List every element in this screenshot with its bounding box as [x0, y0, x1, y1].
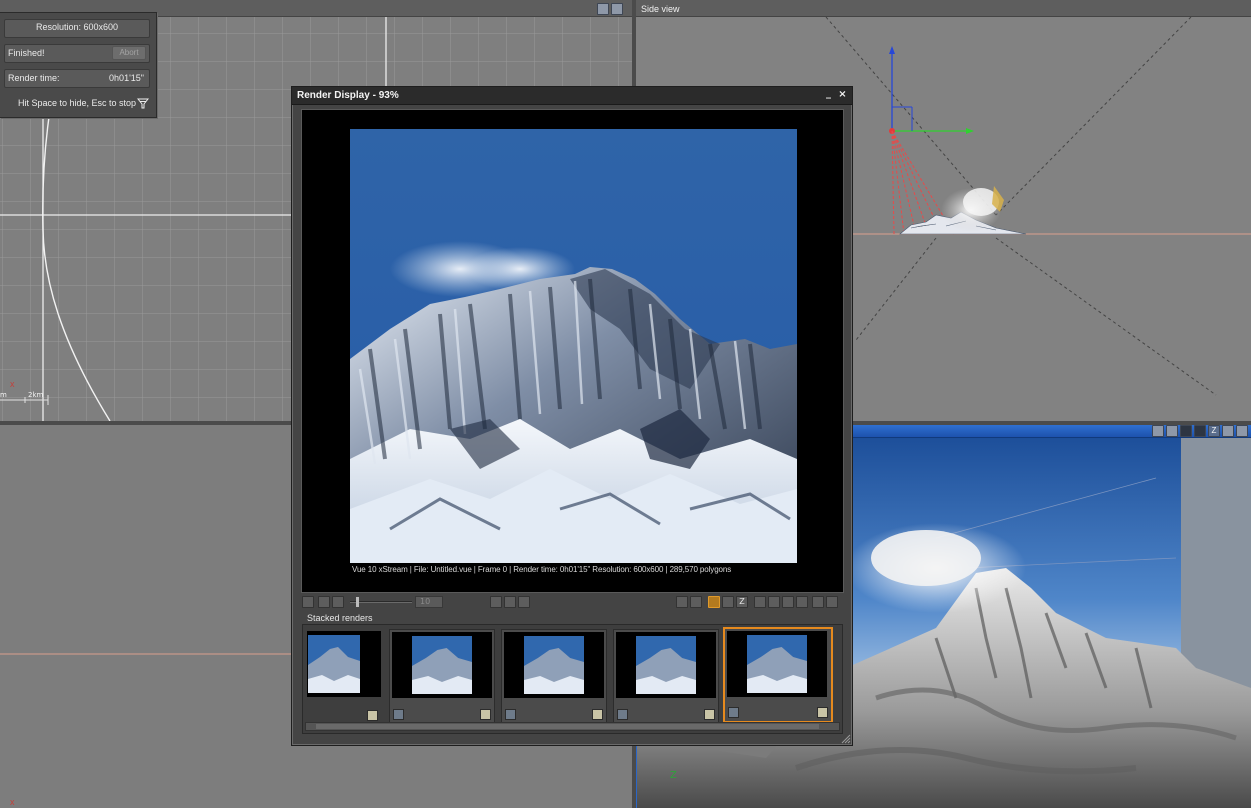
thumbnail-image — [616, 632, 716, 698]
thumbnail-image — [727, 631, 827, 697]
status-row: Finished! Abort — [4, 44, 150, 63]
play-forward-icon[interactable] — [796, 596, 808, 608]
loop-icon[interactable] — [782, 596, 794, 608]
svg-text:x: x — [10, 797, 15, 807]
svg-text:x: x — [10, 379, 15, 389]
top-header-toolbar — [597, 3, 623, 15]
render-progress-panel: Resolution: 600x600 Finished! Abort Rend… — [0, 12, 157, 118]
save-render-icon[interactable] — [302, 596, 314, 608]
scale-label-2km: 2km — [28, 391, 44, 399]
stacked-thumbnail[interactable] — [613, 629, 719, 724]
zoom-in-icon[interactable] — [676, 596, 688, 608]
thumbnail-image-icon[interactable] — [393, 709, 404, 720]
rendered-image — [350, 129, 797, 563]
color-correction-icon[interactable] — [812, 596, 824, 608]
render-canvas[interactable]: Vue 10 xStream | File: Untitled.vue | Fr… — [301, 109, 844, 593]
status-text: Finished! — [8, 48, 45, 58]
z-depth-icon[interactable]: Z — [1208, 425, 1220, 437]
render-time-label: Render time: — [8, 73, 60, 83]
stacked-thumbnail[interactable] — [389, 629, 495, 724]
hint-text: Hit Space to hide, Esc to stop — [18, 98, 137, 108]
thumbnail-notes-icon[interactable] — [592, 709, 603, 720]
thumbnail-image — [504, 632, 604, 698]
view-maximize-icon[interactable] — [1166, 425, 1178, 437]
render-preview-icon[interactable] — [1180, 425, 1192, 437]
stacked-thumbnail-selected[interactable] — [723, 627, 833, 723]
header-options-icon[interactable] — [597, 3, 609, 15]
side-view-title-label: Side view — [641, 4, 680, 14]
compare-icon[interactable] — [754, 596, 766, 608]
funnel-icon[interactable] — [137, 97, 149, 109]
stacked-renders-label: Stacked renders — [307, 613, 373, 623]
zoom-out-icon[interactable] — [690, 596, 702, 608]
mountain-thumbnail — [308, 635, 360, 693]
close-button[interactable]: × — [837, 89, 848, 100]
delete-icon[interactable] — [504, 596, 516, 608]
stacked-thumbnail[interactable] — [501, 629, 607, 724]
thumbnail-image — [392, 632, 492, 698]
mountain-thumbnail — [747, 635, 807, 693]
render-time-row: Render time: 0h01'15" — [4, 69, 150, 88]
display-mode-icon[interactable] — [708, 596, 720, 608]
thumbnail-image-icon[interactable] — [505, 709, 516, 720]
axis-z-label: Z — [670, 770, 677, 781]
floppy-save-icon[interactable] — [826, 596, 838, 608]
application-workspace: x m 2km Side view x Z Z Resolution: 600x… — [0, 0, 1251, 808]
resolution-text: Resolution: 600x600 — [35, 22, 119, 32]
thumbnail-image-icon[interactable] — [617, 709, 628, 720]
thumbnail-notes-icon[interactable] — [367, 710, 378, 721]
thumbnail-notes-icon[interactable] — [480, 709, 491, 720]
render-display-title: Render Display - 93% — [297, 90, 399, 101]
frame-slider[interactable] — [350, 601, 412, 603]
frame-number-field[interactable]: 10 — [415, 596, 443, 608]
scale-label-m: m — [0, 391, 7, 399]
next-render-icon[interactable] — [332, 596, 344, 608]
resize-grip-icon[interactable] — [841, 734, 851, 744]
render-time-value: 0h01'15" — [109, 73, 144, 83]
scrollbar-thumb[interactable] — [316, 724, 819, 729]
previous-render-icon[interactable] — [318, 596, 330, 608]
perspective-toolbar: Z — [1152, 425, 1248, 437]
pin-view-icon[interactable] — [1222, 425, 1234, 437]
resolution-row: Resolution: 600x600 — [4, 19, 150, 38]
stacked-renders-panel — [302, 624, 843, 734]
frame-slider-handle[interactable] — [356, 597, 359, 607]
render-display-window: Render Display - 93% _ × Vue 10 xStream … — [291, 86, 853, 746]
render-toolbar: 10 Z — [302, 596, 842, 610]
stacked-thumbnail[interactable] — [305, 629, 381, 724]
expand-view-icon[interactable] — [1236, 425, 1248, 437]
settings-icon[interactable] — [518, 596, 530, 608]
copy-icon[interactable] — [490, 596, 502, 608]
top-header-strip — [0, 0, 1251, 17]
render-caption: Vue 10 xStream | File: Untitled.vue | Fr… — [352, 565, 732, 574]
render-display-titlebar[interactable]: Render Display - 93% _ × — [292, 87, 852, 105]
stacked-renders-scrollbar[interactable] — [305, 722, 840, 731]
thumbnail-image-icon[interactable] — [728, 707, 739, 718]
thumbnail-notes-icon[interactable] — [704, 709, 715, 720]
mountain-thumbnail — [412, 636, 472, 694]
thumbnail-image — [307, 631, 381, 697]
render-area-icon[interactable] — [1194, 425, 1206, 437]
z-channel-icon[interactable]: Z — [736, 596, 748, 608]
thumbnail-notes-icon[interactable] — [817, 707, 828, 718]
alpha-channel-icon[interactable] — [722, 596, 734, 608]
header-maximize-icon[interactable] — [611, 3, 623, 15]
abort-button[interactable]: Abort — [112, 46, 146, 60]
mountain-thumbnail — [636, 636, 696, 694]
view-settings-icon[interactable] — [1152, 425, 1164, 437]
mountain-thumbnail — [524, 636, 584, 694]
minimize-button[interactable]: _ — [823, 88, 834, 99]
play-back-icon[interactable] — [768, 596, 780, 608]
